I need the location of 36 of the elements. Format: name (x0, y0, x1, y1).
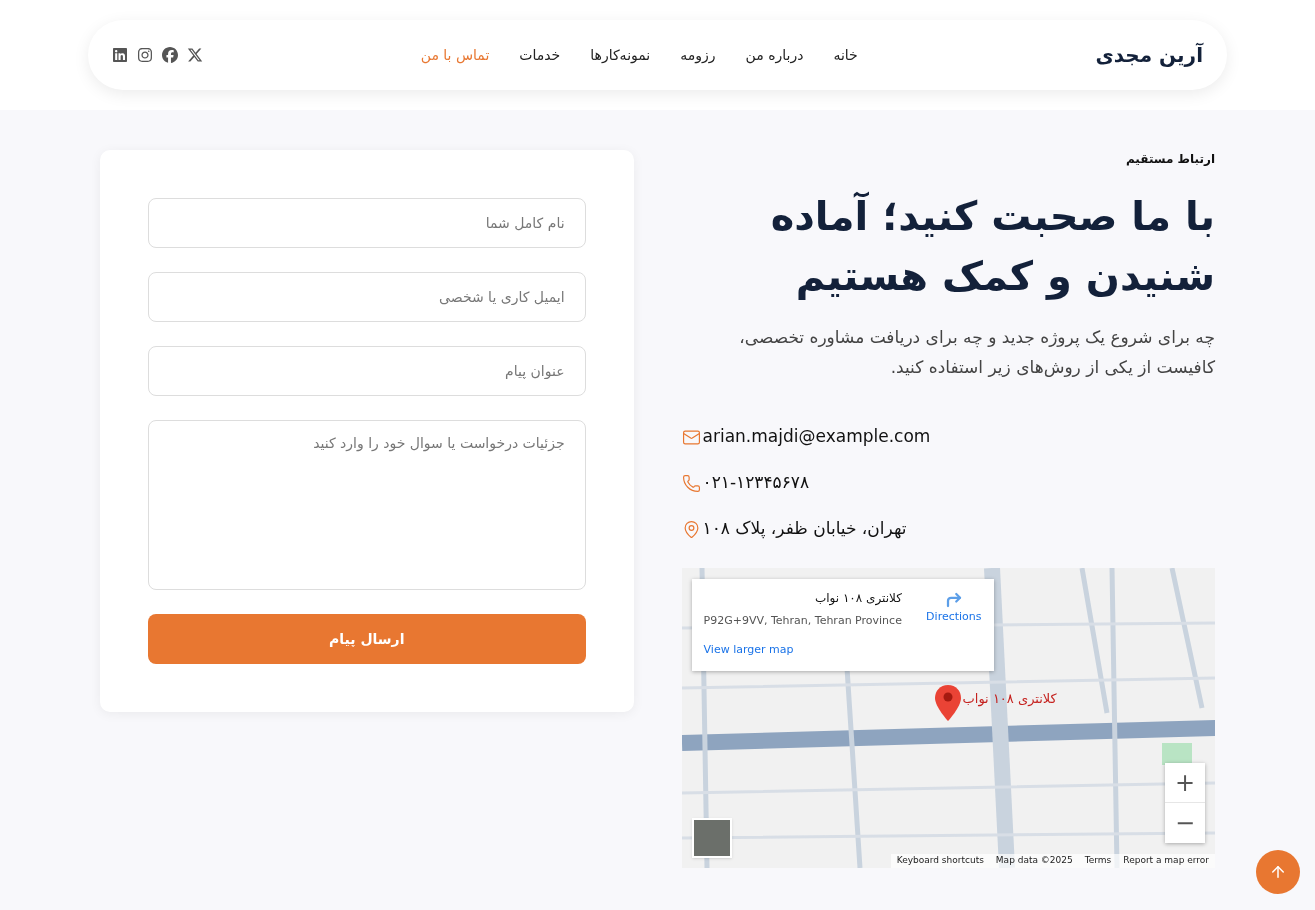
zoom-button[interactable]: + (1165, 763, 1205, 803)
x-icon[interactable] (187, 47, 203, 63)
contact-text[interactable]: ۰۲۱-۱۲۳۴۵۶۷۸ (702, 470, 810, 496)
input-field[interactable]: نام کامل شما (148, 198, 586, 248)
linkedin-icon[interactable] (112, 47, 128, 63)
phone-icon (681, 473, 701, 493)
intro-text: چه برای شروع یک پروژه جدید و چه برای دریافت مشاوره تخصصی، کافیست از یکی از روش‌های زیر استفاده کنید. (738, 326, 1215, 379)
place-address: P92G+9VV, Tehran, Tehran Province (703, 613, 902, 629)
report-map-error-link[interactable]: Report a map error (1123, 854, 1209, 868)
nav-link[interactable]: خانه (833, 44, 858, 66)
input-field[interactable]: ایمیل کاری یا شخصی (148, 272, 586, 322)
directions-link[interactable]: Directions (926, 591, 982, 630)
map-data-credit: Map data ©2025 (995, 854, 1073, 868)
terms-link[interactable]: Terms (1084, 854, 1112, 868)
view-larger-map-link[interactable]: View larger map (703, 641, 982, 658)
eyebrow-label: ارتباط مستقیم (1124, 151, 1215, 168)
facebook-icon[interactable] (162, 47, 178, 63)
nav-link[interactable]: رزومه (680, 44, 716, 66)
input-field[interactable]: عنوان پیام (148, 346, 586, 396)
back-to-top-button[interactable] (1256, 850, 1300, 894)
directions-icon (944, 591, 963, 609)
nav-link[interactable]: درباره من (745, 44, 804, 66)
message-field[interactable]: جزئیات درخواست یا سوال خود را وارد کنید (148, 420, 586, 590)
place-title: کلانتری ۱۰۸ نواب (814, 590, 902, 607)
instagram-icon[interactable] (137, 47, 153, 63)
satellite-thumbnail[interactable] (691, 818, 732, 858)
contact-text[interactable]: arian.majdi@example.com (702, 424, 931, 450)
contact-text[interactable]: تهران، خیابان ظفر، پلاک ۱۰۸ (702, 516, 907, 542)
map-pin-icon (934, 685, 961, 721)
brand-name[interactable]: آرین مجدی (1095, 40, 1203, 70)
nav-link[interactable]: خدمات (519, 44, 561, 66)
keyboard-shortcuts-link[interactable]: Keyboard shortcuts (896, 854, 984, 868)
nav-link[interactable]: نمونه‌کارها (590, 44, 651, 66)
zoom-button[interactable]: − (1165, 803, 1205, 843)
page-heading: با ما صحبت کنید؛ آماده شنیدن و کمک هستیم (769, 190, 1215, 302)
marker-label: کلانتری ۱۰۸ نواب (962, 690, 1057, 709)
